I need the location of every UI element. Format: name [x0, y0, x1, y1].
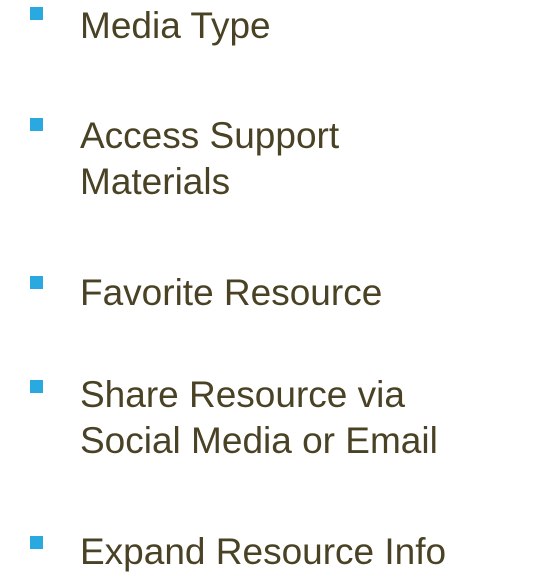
square-bullet-icon [30, 380, 43, 393]
square-bullet-icon [30, 536, 43, 549]
list-item-line: Materials [80, 161, 231, 202]
list-item-label: Share Resource via Social Media or Email [80, 372, 438, 464]
list-item-line: Expand Resource Info [80, 531, 447, 572]
square-bullet-icon [30, 7, 43, 20]
bullet-list: Media Type Access Support Materials Favo… [0, 0, 557, 579]
list-item-label: Access Support Materials [80, 113, 339, 205]
list-item-line: Media Type [80, 5, 271, 46]
list-item-label: Expand Resource Info [80, 529, 446, 575]
list-item-line: Share Resource via [80, 374, 405, 415]
list-item-line: Favorite Resource [80, 272, 383, 313]
square-bullet-icon [30, 276, 43, 289]
list-item-line: Social Media or Email [80, 420, 438, 461]
square-bullet-icon [30, 118, 43, 131]
list-item-line: Access Support [80, 115, 340, 156]
list-item-label: Favorite Resource [80, 270, 382, 316]
list-item-label: Media Type [80, 3, 271, 49]
